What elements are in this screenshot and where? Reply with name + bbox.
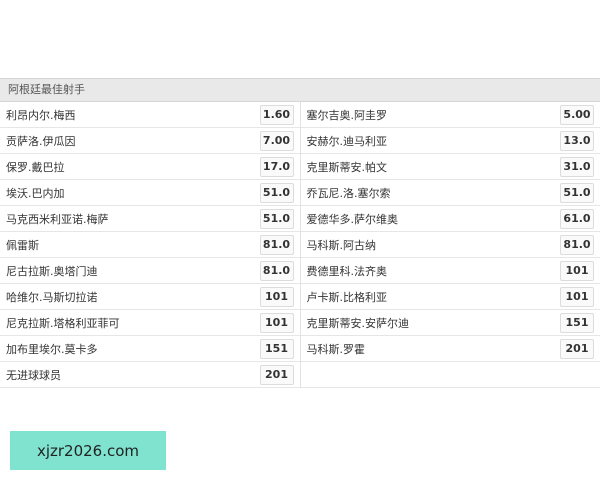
odds-button[interactable]: 5.00 xyxy=(560,104,594,125)
odds-button[interactable]: 201 xyxy=(560,338,594,359)
odds-button[interactable]: 61.0 xyxy=(560,208,594,229)
odds-row[interactable]: 佩雷斯 81.0 xyxy=(0,232,300,258)
odds-row[interactable]: 爱德华多.萨尔维奥 61.0 xyxy=(300,206,600,232)
odds-row[interactable]: 加布里埃尔.莫卡多 151 xyxy=(0,336,300,362)
market-title: 阿根廷最佳射手 xyxy=(0,79,600,102)
odds-button[interactable]: 31.0 xyxy=(560,156,594,177)
odds-row[interactable]: 塞尔吉奥.阿圭罗 5.00 xyxy=(300,102,600,128)
odds-grid: 利昂内尔.梅西 1.60 贡萨洛.伊瓜因 7.00 保罗.戴巴拉 17.0 埃沃.巴内… xyxy=(0,102,600,388)
odds-button[interactable]: 81.0 xyxy=(560,234,594,255)
odds-button[interactable]: 7.00 xyxy=(259,130,294,151)
odds-button[interactable]: 81.0 xyxy=(259,234,294,255)
odds-row[interactable]: 乔瓦尼.洛.塞尔索 51.0 xyxy=(300,180,600,206)
empty-row xyxy=(300,362,600,388)
odds-row[interactable]: 尼克拉斯.塔格利亚菲可 101 xyxy=(0,310,300,336)
site-watermark: xjzr2026.com xyxy=(10,431,166,470)
odds-row[interactable]: 克里斯蒂安.帕文 31.0 xyxy=(300,154,600,180)
player-name: 贡萨洛.伊瓜因 xyxy=(6,134,76,148)
player-name: 克里斯蒂安.帕文 xyxy=(306,160,388,174)
odds-row[interactable]: 哈维尔.马斯切拉诺 101 xyxy=(0,284,300,310)
player-name: 埃沃.巴内加 xyxy=(6,186,65,200)
odds-row[interactable]: 马科斯.阿古纳 81.0 xyxy=(300,232,600,258)
player-name: 利昂内尔.梅西 xyxy=(6,108,76,122)
player-name: 保罗.戴巴拉 xyxy=(6,160,65,174)
odds-button[interactable]: 81.0 xyxy=(259,260,294,281)
odds-row[interactable]: 无进球球员 201 xyxy=(0,362,300,388)
odds-column-left: 利昂内尔.梅西 1.60 贡萨洛.伊瓜因 7.00 保罗.戴巴拉 17.0 埃沃.巴内… xyxy=(0,102,300,388)
odds-button[interactable]: 101 xyxy=(259,286,294,307)
player-name: 哈维尔.马斯切拉诺 xyxy=(6,290,98,304)
odds-button[interactable]: 101 xyxy=(560,260,594,281)
player-name: 克里斯蒂安.安萨尔迪 xyxy=(306,316,410,330)
player-name: 爱德华多.萨尔维奥 xyxy=(306,212,399,226)
odds-row[interactable]: 克里斯蒂安.安萨尔迪 151 xyxy=(300,310,600,336)
player-name: 尼古拉斯.奥塔门迪 xyxy=(6,264,98,278)
player-name: 佩雷斯 xyxy=(6,238,39,252)
odds-button[interactable]: 101 xyxy=(560,286,594,307)
odds-button[interactable]: 101 xyxy=(259,312,294,333)
player-name: 卢卡斯.比格利亚 xyxy=(306,290,388,304)
top-scorer-market-panel: 阿根廷最佳射手 利昂内尔.梅西 1.60 贡萨洛.伊瓜因 7.00 保罗.戴巴拉 17… xyxy=(0,78,600,388)
player-name: 马科斯.罗霍 xyxy=(306,342,366,356)
odds-column-right: 塞尔吉奥.阿圭罗 5.00 安赫尔.迪马利亚 13.0 克里斯蒂安.帕文 31.0 乔… xyxy=(299,102,600,388)
odds-row[interactable]: 贡萨洛.伊瓜因 7.00 xyxy=(0,128,300,154)
odds-button[interactable]: 17.0 xyxy=(259,156,294,177)
odds-button[interactable]: 201 xyxy=(259,364,294,385)
player-name: 安赫尔.迪马利亚 xyxy=(306,134,388,148)
player-name: 马克西米利亚诺.梅萨 xyxy=(6,212,109,226)
odds-row[interactable]: 费德里科.法齐奥 101 xyxy=(300,258,600,284)
odds-button[interactable]: 51.0 xyxy=(259,182,294,203)
player-name: 乔瓦尼.洛.塞尔索 xyxy=(306,186,391,200)
odds-button[interactable]: 13.0 xyxy=(560,130,594,151)
odds-row[interactable]: 卢卡斯.比格利亚 101 xyxy=(300,284,600,310)
odds-button[interactable]: 1.60 xyxy=(259,104,294,125)
player-name: 塞尔吉奥.阿圭罗 xyxy=(306,108,388,122)
odds-button[interactable]: 151 xyxy=(259,338,294,359)
odds-row[interactable]: 马克西米利亚诺.梅萨 51.0 xyxy=(0,206,300,232)
odds-row[interactable]: 尼古拉斯.奥塔门迪 81.0 xyxy=(0,258,300,284)
player-name: 尼克拉斯.塔格利亚菲可 xyxy=(6,316,120,330)
odds-row[interactable]: 利昂内尔.梅西 1.60 xyxy=(0,102,300,128)
odds-row[interactable]: 安赫尔.迪马利亚 13.0 xyxy=(300,128,600,154)
player-name: 费德里科.法齐奥 xyxy=(306,264,388,278)
odds-button[interactable]: 51.0 xyxy=(560,182,594,203)
odds-row[interactable]: 马科斯.罗霍 201 xyxy=(300,336,600,362)
player-name: 马科斯.阿古纳 xyxy=(306,238,377,252)
odds-row[interactable]: 保罗.戴巴拉 17.0 xyxy=(0,154,300,180)
odds-row[interactable]: 埃沃.巴内加 51.0 xyxy=(0,180,300,206)
odds-button[interactable]: 51.0 xyxy=(259,208,294,229)
odds-button[interactable]: 151 xyxy=(560,312,594,333)
player-name: 无进球球员 xyxy=(6,368,61,382)
player-name: 加布里埃尔.莫卡多 xyxy=(6,342,98,356)
